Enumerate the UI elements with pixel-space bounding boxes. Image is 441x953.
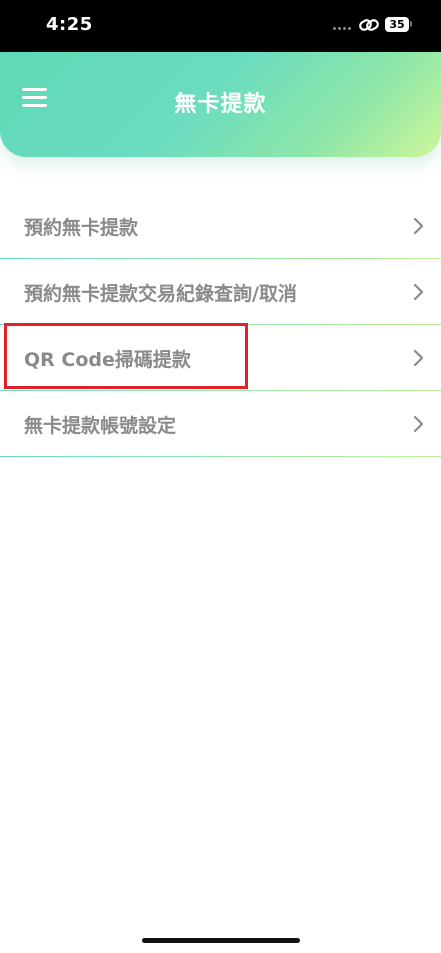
menu-item-qr-code-withdrawal[interactable]: QR Code掃碼提款 [0, 325, 441, 391]
menu-item-label: 預約無卡提款交易紀錄查詢/取消 [24, 283, 297, 305]
chevron-right-icon [413, 217, 424, 235]
status-time: 4:25 [46, 14, 93, 35]
page-title: 無卡提款 [174, 92, 267, 117]
screen: 4:25 35 無卡提款 預約無卡提款 預約無卡提款交易紀錄查詢/取消 QR C… [0, 0, 441, 953]
chevron-right-icon [413, 283, 424, 301]
menu-item-reservation-records[interactable]: 預約無卡提款交易紀錄查詢/取消 [0, 259, 441, 325]
menu-item-label: 預約無卡提款 [24, 217, 139, 239]
header: 無卡提款 [0, 52, 441, 157]
signal-dots-icon [333, 27, 353, 31]
menu-item-label: 無卡提款帳號設定 [24, 415, 177, 437]
link-icon [359, 19, 379, 31]
battery-cap [410, 21, 412, 27]
menu-item-account-settings[interactable]: 無卡提款帳號設定 [0, 391, 441, 457]
menu-item-label: QR Code掃碼提款 [24, 349, 191, 371]
status-bar: 4:25 35 [0, 0, 441, 52]
home-indicator[interactable] [142, 938, 300, 943]
battery-icon: 35 [385, 17, 409, 32]
chevron-right-icon [413, 415, 424, 433]
menu-item-reserve-cardless[interactable]: 預約無卡提款 [0, 193, 441, 259]
divider [0, 455, 441, 457]
menu-list: 預約無卡提款 預約無卡提款交易紀錄查詢/取消 QR Code掃碼提款 無卡提款帳… [0, 193, 441, 457]
chevron-right-icon [413, 349, 424, 367]
